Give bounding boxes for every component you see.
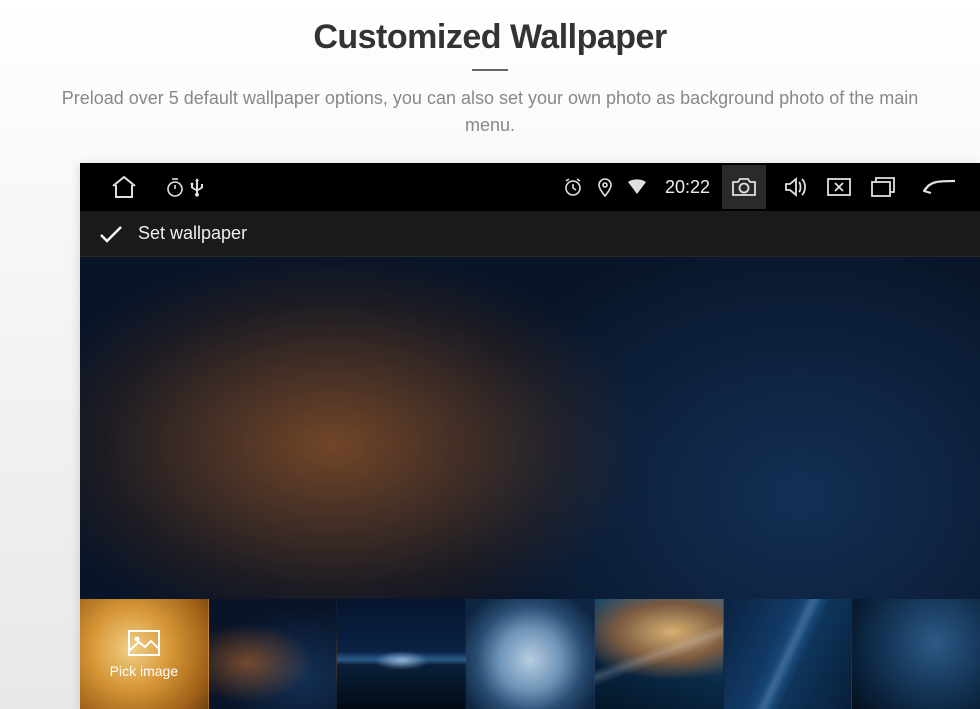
- back-icon[interactable]: [920, 177, 958, 197]
- wallpaper-preview[interactable]: [80, 257, 980, 599]
- wallpaper-thumb-1[interactable]: [209, 599, 338, 709]
- status-bar-left: [110, 174, 204, 200]
- close-screen-icon[interactable]: [826, 177, 852, 197]
- page-title: Customized Wallpaper: [0, 18, 980, 57]
- wallpaper-thumb-4[interactable]: [595, 599, 724, 709]
- pick-image-label: Pick image: [110, 663, 178, 679]
- usb-icon: [190, 177, 204, 197]
- status-bar-right: [722, 165, 970, 209]
- pick-image-button[interactable]: Pick image: [80, 599, 209, 709]
- wallpaper-thumbnail-strip: Pick image: [80, 599, 980, 709]
- wallpaper-thumb-6[interactable]: [852, 599, 980, 709]
- image-icon: [127, 629, 161, 657]
- page-subtitle: Preload over 5 default wallpaper options…: [50, 85, 930, 139]
- device-screen: 20:22: [80, 163, 980, 709]
- wallpaper-thumb-2[interactable]: [337, 599, 466, 709]
- camera-icon: [731, 176, 757, 198]
- volume-icon[interactable]: [784, 176, 808, 198]
- title-underline: [472, 69, 508, 71]
- timer-icon: [166, 177, 184, 197]
- status-bar-center: 20:22: [204, 177, 722, 198]
- wifi-icon: [627, 179, 647, 195]
- wallpaper-thumb-5[interactable]: [724, 599, 853, 709]
- status-clock: 20:22: [665, 177, 710, 198]
- promo-header: Customized Wallpaper Preload over 5 defa…: [0, 0, 980, 139]
- camera-button[interactable]: [722, 165, 766, 209]
- titlebar-label: Set wallpaper: [138, 223, 247, 244]
- location-icon: [597, 177, 613, 197]
- wallpaper-thumb-3[interactable]: [466, 599, 595, 709]
- recents-icon[interactable]: [870, 176, 896, 198]
- alarm-icon: [563, 177, 583, 197]
- status-bar: 20:22: [80, 163, 980, 211]
- set-wallpaper-titlebar: Set wallpaper: [80, 211, 980, 257]
- status-group-timer-usb: [166, 177, 204, 197]
- check-icon[interactable]: [98, 224, 124, 244]
- home-icon[interactable]: [110, 174, 138, 200]
